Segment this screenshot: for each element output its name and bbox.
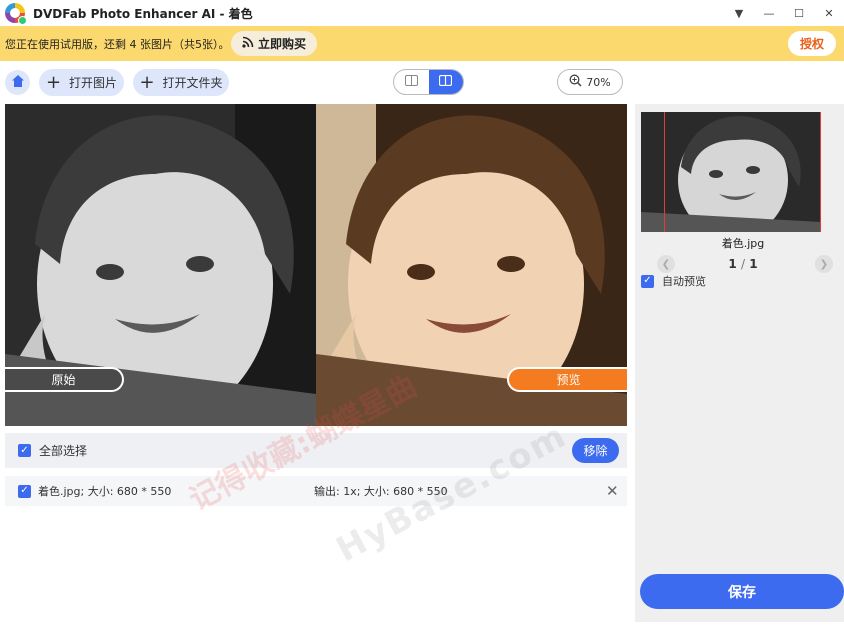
window-title: DVDFab Photo Enhancer AI - 着色 xyxy=(33,6,253,21)
authorize-button[interactable]: 授权 xyxy=(788,31,836,56)
close-icon[interactable]: ✕ xyxy=(814,0,844,26)
buy-now-button[interactable]: 立即购买 xyxy=(231,31,317,56)
zoom-button[interactable]: 70% xyxy=(557,69,623,95)
thumbnail-image[interactable] xyxy=(641,112,821,232)
crop-line-right xyxy=(820,112,821,232)
menu-dropdown-icon[interactable]: ▼ xyxy=(724,0,754,26)
single-view-icon xyxy=(404,75,418,89)
plus-icon: + xyxy=(139,71,155,93)
auto-preview-checkbox[interactable]: ✓ xyxy=(641,274,654,288)
open-image-button[interactable]: + 打开图片 xyxy=(39,69,124,96)
zoom-in-icon xyxy=(569,74,582,90)
split-view-icon xyxy=(439,74,453,89)
zoom-level: 70% xyxy=(586,75,611,89)
trial-banner: 您正在使用试用版，还剩 4 张图片（共5张）。 立即购买 授权 xyxy=(0,26,844,61)
page-total: 1 xyxy=(749,257,758,271)
pager: ❮ 1 / 1 ❯ xyxy=(641,255,844,273)
home-icon xyxy=(11,74,25,91)
app-window: DVDFab Photo Enhancer AI - 着色 ▼ — ☐ ✕ 您正… xyxy=(0,0,844,628)
split-view-button[interactable] xyxy=(428,70,463,94)
page-indicator: 1 / 1 xyxy=(641,257,844,271)
app-logo-icon xyxy=(5,3,27,25)
page-current: 1 xyxy=(728,257,737,271)
trial-message: 您正在使用试用版，还剩 4 张图片（共5张）。 xyxy=(5,37,230,51)
preview-image-pane[interactable]: 预览 xyxy=(316,104,627,426)
maximize-icon[interactable]: ☐ xyxy=(784,0,814,26)
auto-preview-option[interactable]: ✓ 自动预览 xyxy=(641,273,706,289)
thumbnail-filename: 着色.jpg xyxy=(721,237,765,250)
original-label: 原始 xyxy=(5,367,124,392)
select-all-bar: ✓ 全部选择 移除 xyxy=(5,433,627,468)
buy-now-label: 立即购买 xyxy=(257,37,306,51)
thumbnail-panel: 着色.jpg ❮ 1 / 1 ❯ ✓ 自动预览 保存 xyxy=(635,104,844,622)
home-button[interactable] xyxy=(5,70,30,95)
file-checkbox[interactable]: ✓ xyxy=(18,484,31,498)
auto-preview-label: 自动预览 xyxy=(662,275,706,288)
rss-icon xyxy=(242,36,254,51)
window-controls: ▼ — ☐ ✕ xyxy=(724,0,844,26)
file-row[interactable]: ✓ 着色.jpg; 大小: 680 * 550 输出: 1x; 大小: 680 … xyxy=(5,476,627,506)
thumbnail-photo xyxy=(641,112,821,232)
select-all-label: 全部选择 xyxy=(39,444,88,458)
title-bar: DVDFab Photo Enhancer AI - 着色 ▼ — ☐ ✕ xyxy=(0,0,844,26)
single-view-button[interactable] xyxy=(394,70,429,94)
open-folder-button[interactable]: + 打开文件夹 xyxy=(133,69,229,96)
minimize-icon[interactable]: — xyxy=(754,0,784,26)
open-image-label: 打开图片 xyxy=(69,76,118,90)
remove-button[interactable]: 移除 xyxy=(572,438,619,463)
save-button[interactable]: 保存 xyxy=(640,574,844,609)
next-page-icon[interactable]: ❯ xyxy=(815,255,833,273)
view-mode-toggle xyxy=(393,69,464,95)
page-separator: / xyxy=(740,257,746,271)
plus-icon: + xyxy=(45,71,62,93)
original-image-pane[interactable]: 原始 xyxy=(5,104,316,426)
select-all-checkbox[interactable]: ✓ xyxy=(18,444,31,457)
file-name: 着色.jpg; 大小: 680 * 550 xyxy=(38,485,172,498)
file-output: 输出: 1x; 大小: 680 * 550 xyxy=(314,485,448,498)
open-folder-label: 打开文件夹 xyxy=(162,76,223,90)
crop-line-left xyxy=(664,112,665,232)
preview-label: 预览 xyxy=(507,367,627,392)
remove-file-icon[interactable]: ✕ xyxy=(606,482,619,500)
